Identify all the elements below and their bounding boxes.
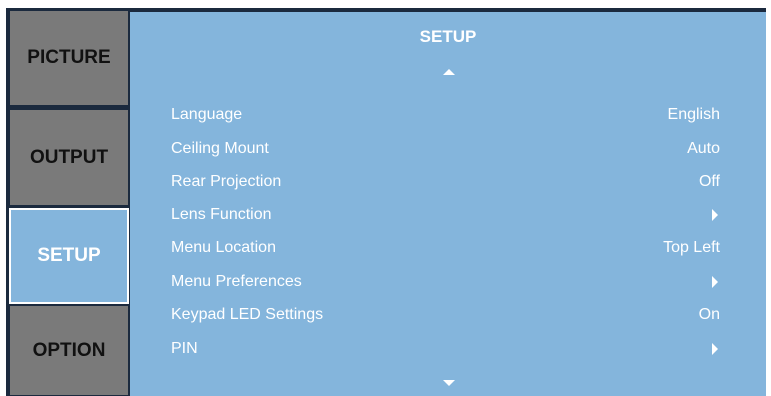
tab-option[interactable]: OPTION [9, 305, 129, 396]
menu-item-lens-function[interactable]: Lens Function [171, 200, 720, 230]
menu-item-label: Menu Location [171, 239, 276, 256]
panel-title: SETUP [419, 27, 477, 46]
menu-item-label: Rear Projection [171, 173, 282, 190]
scroll-down-icon[interactable] [443, 380, 455, 386]
setup-panel: SETUP Language English Ceiling Mount Aut… [130, 12, 766, 396]
chevron-right-icon [712, 343, 718, 355]
menu-item-pin[interactable]: PIN [171, 334, 720, 364]
menu-item-language[interactable]: Language English [171, 100, 720, 130]
menu-item-label: Ceiling Mount [171, 140, 269, 157]
tab-setup[interactable]: SETUP [9, 208, 129, 304]
menu-item-label: Lens Function [171, 206, 272, 223]
menu-item-value: Top Left [663, 239, 720, 256]
menu-item-label: Keypad LED Settings [171, 306, 324, 323]
menu-item-menu-preferences[interactable]: Menu Preferences [171, 267, 720, 297]
menu-item-keypad-led-settings[interactable]: Keypad LED Settings On [171, 300, 720, 330]
menu-item-label: PIN [171, 340, 198, 357]
menu-item-menu-location[interactable]: Menu Location Top Left [171, 233, 720, 263]
menu-item-label: Menu Preferences [171, 273, 302, 290]
chevron-right-icon [712, 276, 718, 288]
menu-item-value: Auto [687, 140, 720, 157]
menu-item-value: English [667, 106, 720, 123]
scroll-up-icon[interactable] [443, 69, 455, 75]
osd-menu: PICTURE OUTPUT SETUP OPTION SETUP Langua… [6, 8, 766, 396]
chevron-right-icon [712, 209, 718, 221]
menu-item-ceiling-mount[interactable]: Ceiling Mount Auto [171, 134, 720, 164]
tab-output[interactable]: OUTPUT [9, 109, 129, 206]
menu-item-value: On [698, 306, 720, 323]
tab-picture[interactable]: PICTURE [9, 10, 129, 106]
menu-item-label: Language [171, 106, 243, 123]
menu-item-rear-projection[interactable]: Rear Projection Off [171, 167, 720, 197]
menu-item-value: Off [698, 173, 720, 190]
